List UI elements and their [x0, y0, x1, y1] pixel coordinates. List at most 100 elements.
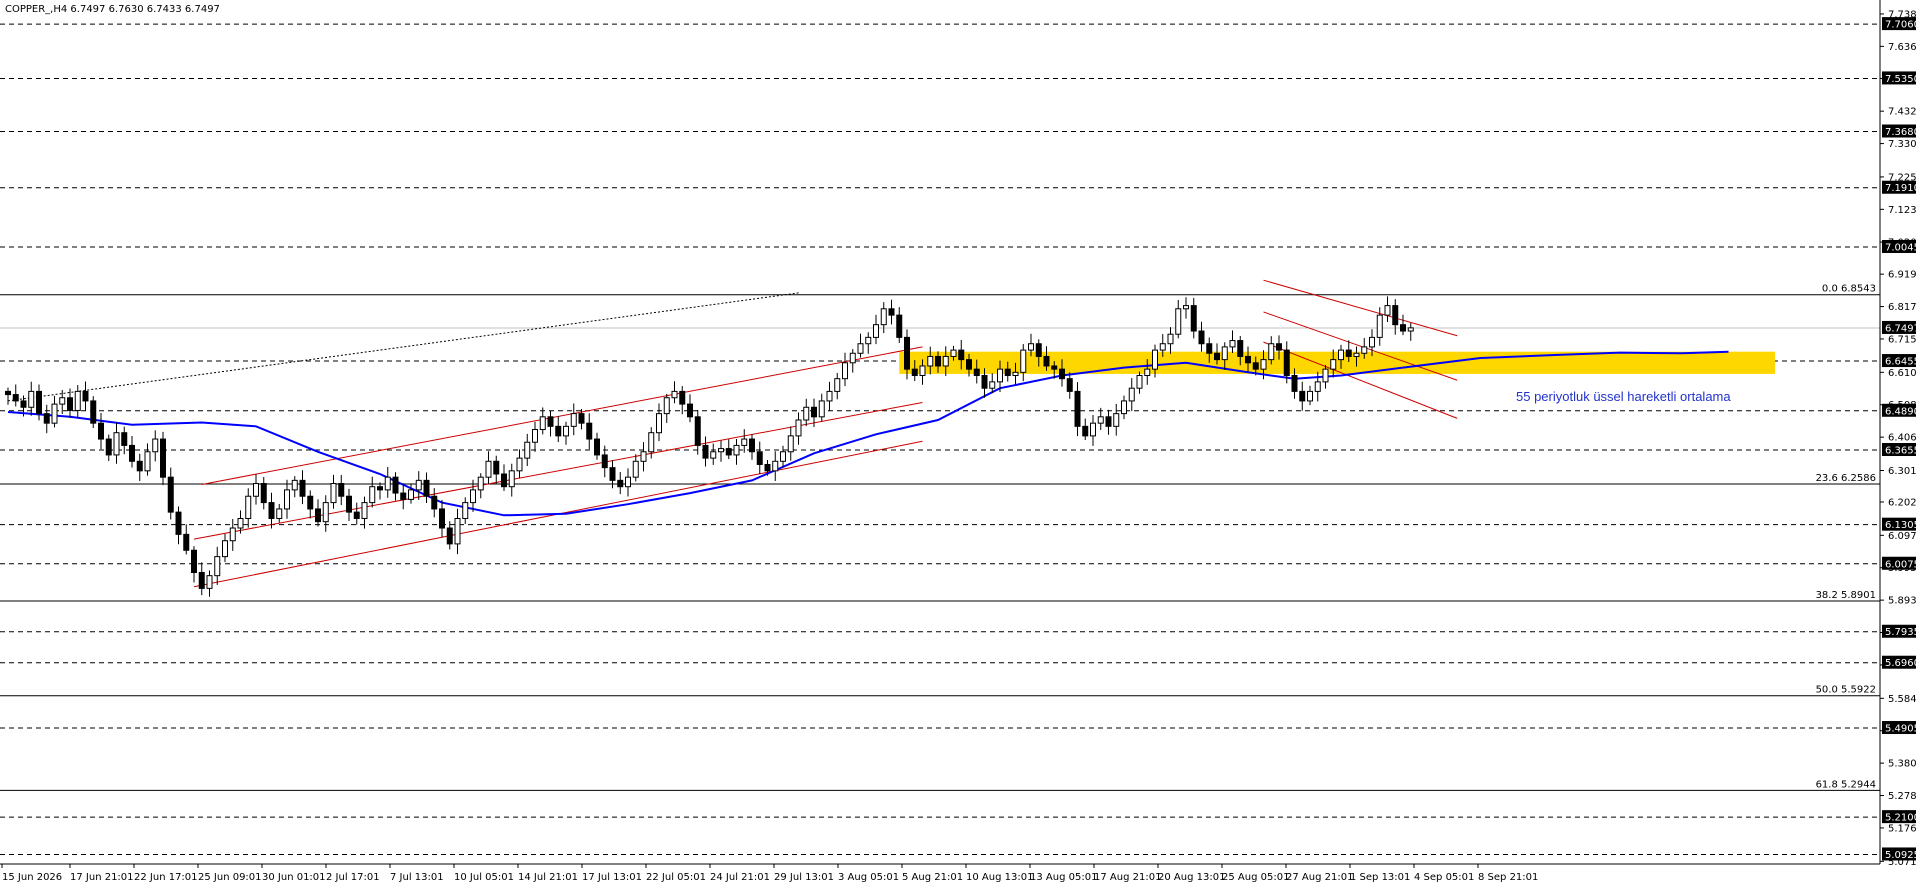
- candle-body: [1113, 413, 1120, 427]
- candle-body: [780, 451, 786, 462]
- candle-body: [43, 413, 50, 424]
- candle-body: [253, 483, 259, 497]
- fibo-level-label: 50.0 5.5922: [1816, 685, 1876, 696]
- candle-body: [346, 495, 352, 513]
- candle: [160, 431, 166, 486]
- candle-body: [82, 390, 89, 402]
- candle-body: [113, 432, 120, 456]
- candle-body: [198, 571, 205, 589]
- candle-body: [1175, 308, 1182, 335]
- candle-body: [749, 438, 755, 453]
- time-tick-label: 29 Jul 13:01: [774, 872, 834, 883]
- price-badge-label: 6.4890: [1885, 406, 1916, 417]
- time-tick-label: 17 Aug 21:01: [1094, 872, 1161, 883]
- price-badge-label: 6.0075: [1885, 559, 1916, 570]
- candle-body: [989, 381, 996, 389]
- candle-body: [904, 336, 910, 370]
- candle-body: [586, 422, 593, 440]
- candle-body: [1376, 314, 1383, 338]
- candle-body: [1183, 305, 1189, 310]
- candle-body: [183, 533, 190, 551]
- time-tick-label: 5 Aug 21:01: [902, 872, 963, 883]
- time-tick-label: 14 Jul 21:01: [518, 872, 578, 883]
- candle-body: [911, 368, 918, 377]
- candle-body: [1245, 355, 1251, 364]
- price-tick-label: 7.4320: [1888, 107, 1916, 118]
- time-tick-label: 10 Aug 13:01: [966, 872, 1033, 883]
- candle-body: [1299, 390, 1306, 402]
- ema-annotation: 55 periyotluk üssel hareketli ortalama: [1516, 389, 1731, 404]
- candle-body: [1051, 365, 1058, 370]
- candle-body: [470, 489, 476, 504]
- candle-body: [787, 435, 794, 453]
- candle-body: [818, 400, 825, 418]
- price-badge-label: 7.0045: [1885, 242, 1916, 253]
- price-tick-label: 5.8930: [1888, 596, 1916, 607]
- price-badge-label: 5.4905: [1885, 724, 1916, 735]
- candle-body: [1144, 368, 1151, 377]
- price-tick-label: 7.3300: [1888, 139, 1916, 150]
- candle-body: [1400, 324, 1406, 332]
- time-tick-label: 17 Jul 13:01: [582, 872, 642, 883]
- time-tick-label: 24 Jul 21:01: [710, 872, 770, 883]
- time-tick-label: 1 Sep 13:01: [1350, 872, 1410, 883]
- fibo-level-label: 0.0 6.8543: [1822, 284, 1876, 295]
- candle-body: [601, 454, 608, 469]
- candle-body: [20, 400, 27, 408]
- candle-body: [1020, 349, 1027, 373]
- candle-body: [710, 451, 717, 459]
- candle-body: [1283, 349, 1290, 377]
- candle-body: [563, 425, 569, 437]
- candle-body: [1043, 355, 1050, 367]
- price-badge-label: 6.3655: [1885, 446, 1916, 457]
- candle-body: [950, 349, 957, 357]
- price-tick-label: 6.3010: [1888, 466, 1916, 477]
- candle-body: [555, 425, 562, 437]
- price-badge-label: 7.1910: [1885, 183, 1916, 194]
- price-tick-label: 6.6100: [1888, 368, 1916, 379]
- candle-body: [136, 460, 143, 472]
- candle-body: [1369, 336, 1375, 348]
- candle-body: [834, 378, 841, 392]
- candle-body: [663, 397, 670, 415]
- time-tick-label: 13 Aug 05:01: [1030, 872, 1097, 883]
- candle-body: [1167, 333, 1174, 345]
- time-tick-label: 7 Jul 13:01: [390, 872, 444, 883]
- candle-body: [632, 460, 639, 478]
- candle-body: [865, 336, 872, 345]
- candle-body: [1384, 305, 1391, 316]
- candle-body: [640, 451, 647, 462]
- candle-body: [973, 368, 980, 377]
- candle-body: [532, 429, 538, 443]
- candle-body: [237, 517, 244, 529]
- candle-body: [67, 397, 73, 411]
- candle-body: [896, 314, 903, 338]
- candle-body: [997, 368, 1003, 383]
- candle-body: [330, 483, 337, 504]
- time-tick-label: 10 Jul 05:01: [454, 872, 514, 883]
- candle-body: [919, 365, 926, 377]
- candle-body: [74, 390, 81, 411]
- candle-body: [1190, 305, 1197, 332]
- candle-body: [1097, 416, 1104, 424]
- candle-body: [423, 479, 430, 497]
- candle-body: [857, 343, 864, 354]
- candle-body: [299, 479, 306, 497]
- candle-body: [1121, 400, 1127, 415]
- candle-body: [687, 403, 693, 418]
- candle-body: [501, 473, 507, 488]
- candle-body: [1198, 330, 1205, 345]
- price-chart[interactable]: 0.0 6.8543 23.6 6.2586 38.2 5.8901 50.0 5.5…: [0, 0, 1916, 888]
- symbol-header: COPPER_,H4 6.7497 6.7630 6.7433 6.7497: [5, 4, 220, 15]
- price-badge-label: 6.1305: [1885, 520, 1916, 531]
- candle-body: [578, 413, 585, 424]
- candle-body: [516, 457, 523, 472]
- price-tick-label: 6.4060: [1888, 433, 1916, 444]
- price-tick-label: 6.2020: [1888, 497, 1916, 508]
- candle-body: [307, 495, 314, 510]
- candle-body: [1136, 375, 1143, 389]
- price-badge-label: 5.6960: [1885, 658, 1916, 669]
- candle-body: [229, 527, 236, 542]
- price-tick-label: 5.5840: [1888, 694, 1916, 705]
- time-tick-label: 25 Jun 09:01: [198, 872, 262, 883]
